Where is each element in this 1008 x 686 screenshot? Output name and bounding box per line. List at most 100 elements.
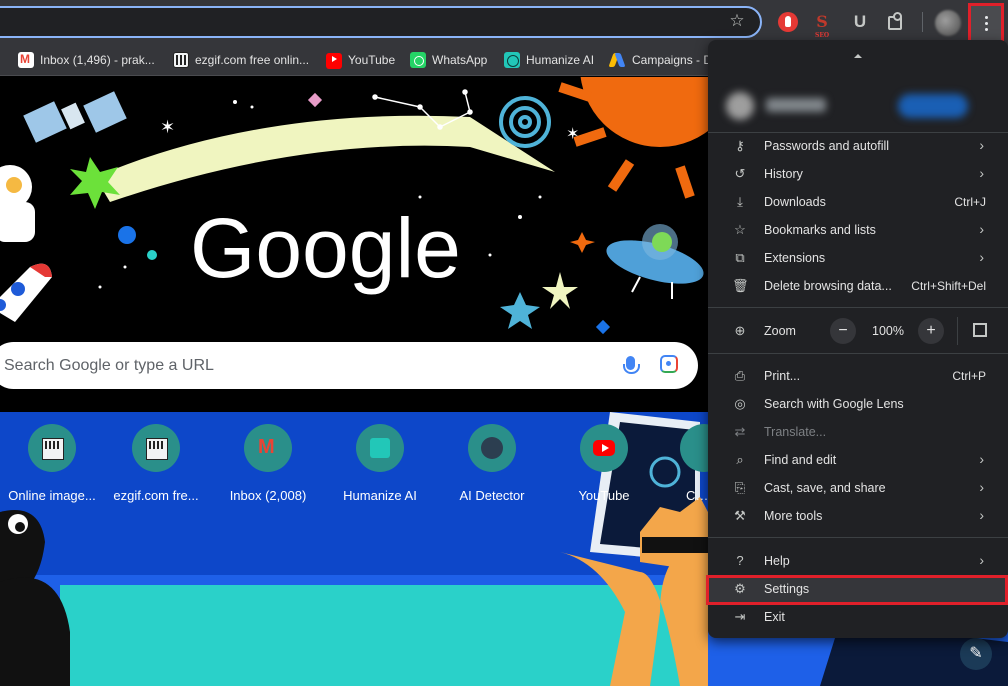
shortcut-online-image[interactable]: Online image... — [0, 424, 107, 503]
history-icon: ↺ — [734, 166, 746, 181]
chevron-right-icon: › — [979, 249, 984, 265]
kebab-dot-icon — [985, 16, 988, 19]
shortcut-label: Online image... — [8, 488, 96, 503]
chevron-right-icon: › — [979, 507, 984, 523]
menu-item-passwords[interactable]: ⚷ Passwords and autofill › — [708, 132, 1008, 160]
extensions-puzzle-icon[interactable] — [886, 12, 906, 32]
settings-highlight-box — [706, 575, 1008, 605]
chevron-right-icon: › — [979, 165, 984, 181]
puzzle-icon: ⧉ — [735, 250, 745, 265]
zoom-divider — [957, 317, 958, 345]
download-icon: ⤓ — [737, 194, 743, 209]
bookmark-inbox[interactable]: Inbox (1,496) - prak... — [18, 50, 155, 70]
toolbox-icon: ⚒ — [734, 508, 746, 523]
menu-item-help[interactable]: ? Help › — [708, 547, 1008, 575]
zoom-in-button[interactable]: + — [918, 318, 944, 344]
chrome-main-menu: ⚷ Passwords and autofill › ↺ History › ⤓… — [708, 40, 1008, 638]
ufo-alien-icon — [606, 224, 704, 299]
menu-item-downloads[interactable]: ⤓ Downloads Ctrl+J — [708, 188, 1008, 216]
gmail-icon — [244, 424, 292, 472]
youtube-icon — [326, 53, 342, 69]
u-extension-icon[interactable]: U — [850, 12, 870, 32]
humanize-icon — [504, 52, 520, 68]
chevron-right-icon: › — [979, 479, 984, 495]
lens-icon: ◎ — [734, 396, 746, 411]
avatar — [726, 92, 754, 120]
menu-item-zoom: ⊕ Zoom — [708, 317, 1008, 345]
menu-item-more-tools[interactable]: ⚒ More tools › — [708, 502, 1008, 530]
menu-item-google-lens[interactable]: ◎ Search with Google Lens — [708, 390, 1008, 418]
profile-avatar[interactable] — [935, 10, 961, 36]
menu-separator — [708, 537, 1008, 538]
orange-star-icon — [570, 232, 595, 253]
shortcut-ai-detector[interactable]: AI Detector — [437, 424, 547, 503]
satellite-icon — [23, 91, 127, 143]
bookmark-campaigns[interactable]: Campaigns - D — [610, 50, 712, 70]
google-lens-icon[interactable] — [660, 355, 678, 373]
help-icon: ? — [736, 553, 744, 568]
google-search-box[interactable]: Search Google or type a URL — [0, 342, 698, 389]
print-icon: ⎙ — [734, 368, 746, 383]
bookmark-whatsapp[interactable]: WhatsApp — [410, 50, 487, 70]
gmail-icon — [18, 52, 34, 68]
menu-item-extensions[interactable]: ⧉ Extensions › — [708, 244, 1008, 272]
menu-item-exit[interactable]: ⇥ Exit — [708, 603, 1008, 631]
menu-item-find-and-edit[interactable]: ⌕ Find and edit › — [708, 446, 1008, 474]
fullscreen-icon[interactable] — [972, 322, 988, 338]
bookmark-star-icon[interactable]: ☆ — [728, 12, 746, 30]
chevron-right-icon: › — [979, 552, 984, 568]
shortcut-humanize[interactable]: Humanize AI — [325, 424, 435, 503]
menu-item-delete-browsing-data[interactable]: 🗑 Delete browsing data... Ctrl+Shift+Del — [708, 272, 1008, 300]
astronaut-icon — [0, 165, 35, 242]
adblock-extension-icon[interactable] — [778, 12, 798, 32]
sparkle-icon: ✶ — [160, 117, 175, 137]
shortcut-campaigns[interactable]: Cam — [660, 424, 708, 503]
black-character-icon — [0, 510, 70, 686]
seo-extension-icon[interactable]: S SEO — [812, 12, 832, 39]
chrome-menu-button[interactable] — [968, 3, 1004, 43]
bookmark-ezgif[interactable]: ezgif.com free onlin... — [173, 50, 309, 70]
bookmark-label: WhatsApp — [432, 53, 488, 67]
bookmark-youtube[interactable]: YouTube — [326, 50, 395, 70]
profile-action-button-blurred — [898, 94, 968, 118]
sparkle-icon: ✶ — [566, 126, 579, 143]
collapse-caret-icon[interactable] — [854, 54, 862, 58]
microphone-icon[interactable] — [623, 356, 640, 374]
menu-item-cast-save-share[interactable]: ⎘ Cast, save, and share › — [708, 474, 1008, 502]
trash-icon: 🗑 — [732, 278, 749, 293]
bookmark-label: Campaigns - D — [632, 53, 713, 67]
bookmark-label: YouTube — [348, 53, 396, 67]
find-icon: ⌕ — [736, 452, 744, 467]
shortcut-label: YouTube — [578, 488, 630, 503]
menu-item-bookmarks[interactable]: ☆ Bookmarks and lists › — [708, 216, 1008, 244]
toolbar-divider — [922, 12, 923, 32]
search-placeholder: Search Google or type a URL — [4, 357, 214, 374]
star-icon: ☆ — [734, 222, 746, 237]
shortcut-youtube[interactable]: YouTube — [549, 424, 659, 503]
menu-item-history[interactable]: ↺ History › — [708, 160, 1008, 188]
customize-chrome-pencil-icon[interactable]: ✎ — [960, 638, 992, 670]
zoom-out-button[interactable]: − — [830, 318, 856, 344]
menu-separator — [708, 307, 1008, 308]
address-bar[interactable] — [0, 6, 762, 38]
ezgif-icon — [173, 52, 189, 68]
zoom-icon: ⊕ — [734, 323, 746, 338]
youtube-icon — [580, 424, 628, 472]
chevron-right-icon: › — [979, 137, 984, 153]
cast-icon: ⎘ — [734, 480, 746, 495]
shortcut-label: Cam — [686, 488, 708, 503]
shortcut-ezgif[interactable]: ezgif.com fre... — [101, 424, 211, 503]
menu-separator — [708, 353, 1008, 354]
spiral-galaxy-icon — [499, 96, 551, 148]
rocket-icon — [0, 263, 52, 322]
shortcut-inbox[interactable]: Inbox (2,008) — [213, 424, 323, 503]
yellow-star-icon — [542, 272, 578, 309]
menu-profile-row-blurred[interactable] — [718, 86, 998, 128]
blue-diamond-icon — [595, 319, 611, 335]
bookmark-humanize[interactable]: Humanize AI — [504, 50, 594, 70]
whatsapp-icon — [410, 52, 426, 68]
menu-item-print[interactable]: ⎙ Print... Ctrl+P — [708, 362, 1008, 390]
ezgif-icon — [28, 424, 76, 472]
browser-toolbar: ☆ S SEO U — [0, 0, 1008, 44]
campaigns-icon — [680, 424, 708, 472]
